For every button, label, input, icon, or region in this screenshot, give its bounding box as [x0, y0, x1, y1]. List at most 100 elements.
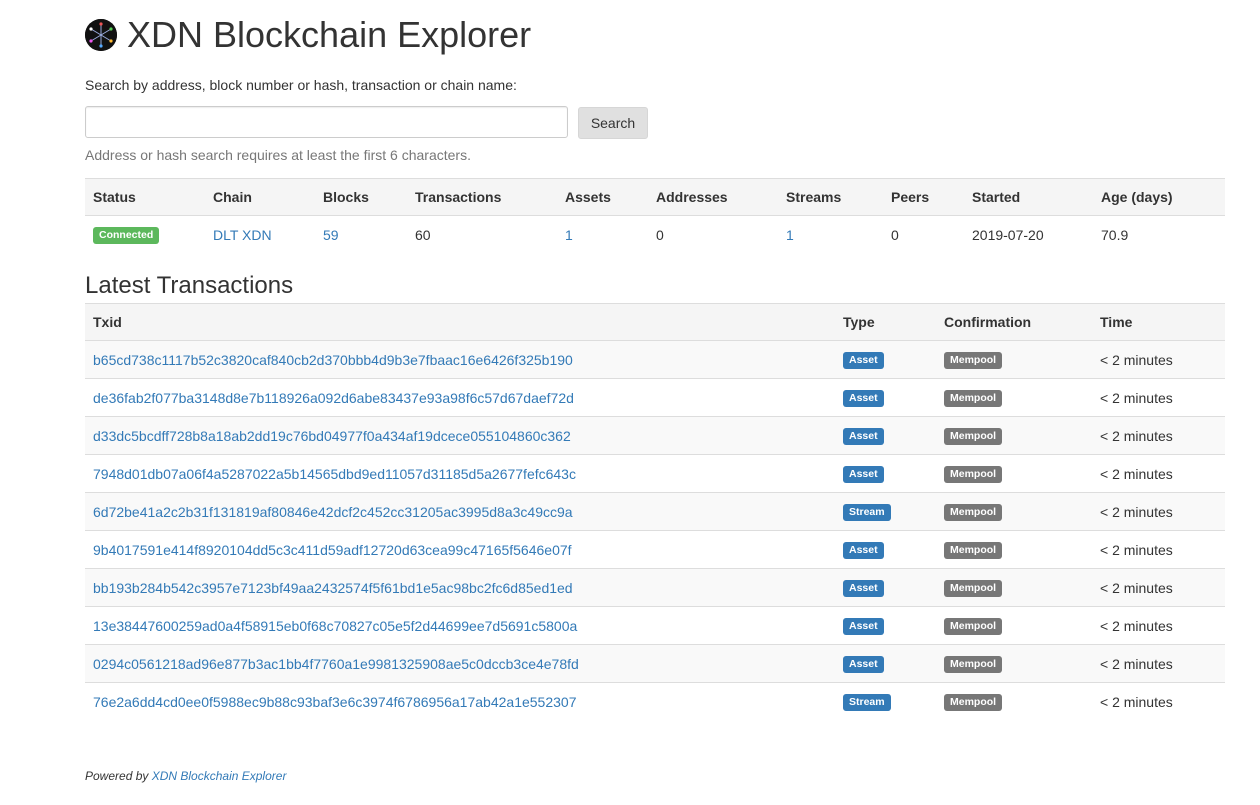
- type-cell: Asset: [835, 568, 936, 607]
- time-cell: < 2 minutes: [1092, 644, 1225, 683]
- txid-link[interactable]: 76e2a6dd4cd0ee0f5988ec9b88c93baf3e6c3974…: [93, 694, 576, 710]
- tx-col-time: Time: [1092, 303, 1225, 341]
- summary-row: Connected DLT XDN 59 60 1 0 1 0 2019-07-…: [85, 216, 1225, 254]
- summary-col-status: Status: [85, 178, 205, 216]
- time-cell: < 2 minutes: [1092, 568, 1225, 607]
- age-value: 70.9: [1101, 226, 1129, 243]
- tx-header-row: Txid Type Confirmation Time: [85, 303, 1225, 341]
- confirmation-cell: Mempool: [936, 606, 1092, 645]
- confirmation-cell: Mempool: [936, 340, 1092, 379]
- time-cell: < 2 minutes: [1092, 378, 1225, 417]
- txid-link[interactable]: d33dc5bcdff728b8a18ab2dd19c76bd04977f0a4…: [93, 428, 571, 444]
- txid-cell: b65cd738c1117b52c3820caf840cb2d370bbb4d9…: [85, 340, 835, 379]
- summary-chain-cell: DLT XDN: [205, 216, 315, 254]
- summary-col-age: Age (days): [1093, 178, 1225, 216]
- summary-col-peers: Peers: [883, 178, 964, 216]
- type-badge: Asset: [843, 542, 884, 559]
- chain-link[interactable]: DLT XDN: [213, 227, 272, 243]
- confirmation-cell: Mempool: [936, 530, 1092, 569]
- confirmation-cell: Mempool: [936, 682, 1092, 720]
- search-hint: Address or hash search requires at least…: [85, 147, 471, 163]
- time-cell: < 2 minutes: [1092, 416, 1225, 455]
- footer-link[interactable]: XDN Blockchain Explorer: [152, 769, 287, 783]
- txid-cell: 9b4017591e414f8920104dd5c3c411d59adf1272…: [85, 530, 835, 569]
- txid-link[interactable]: 9b4017591e414f8920104dd5c3c411d59adf1272…: [93, 542, 572, 558]
- txid-link[interactable]: bb193b284b542c3957e7123bf49aa2432574f5f6…: [93, 580, 573, 596]
- search-button[interactable]: Search: [578, 107, 648, 139]
- time-cell: < 2 minutes: [1092, 682, 1225, 720]
- status-badge: Connected: [93, 227, 160, 244]
- txid-link[interactable]: de36fab2f077ba3148d8e7b118926a092d6abe83…: [93, 390, 574, 406]
- table-row: b65cd738c1117b52c3820caf840cb2d370bbb4d9…: [85, 340, 1225, 379]
- txid-link[interactable]: 13e38447600259ad0a4f58915eb0f68c70827c05…: [93, 618, 577, 634]
- summary-blocks-cell: 59: [315, 216, 407, 254]
- search-input[interactable]: [85, 106, 568, 138]
- search-form: Search: [85, 105, 1225, 139]
- txid-link[interactable]: 6d72be41a2c2b31f131819af80846e42dcf2c452…: [93, 504, 573, 520]
- blocks-link[interactable]: 59: [323, 227, 339, 243]
- assets-link[interactable]: 1: [565, 227, 573, 243]
- confirmation-cell: Mempool: [936, 568, 1092, 607]
- confirmation-badge: Mempool: [944, 694, 1003, 711]
- streams-link[interactable]: 1: [786, 227, 794, 243]
- xdn-logo-icon: [85, 19, 117, 51]
- table-row: 9b4017591e414f8920104dd5c3c411d59adf1272…: [85, 530, 1225, 569]
- confirmation-badge: Mempool: [944, 390, 1003, 407]
- table-row: 13e38447600259ad0a4f58915eb0f68c70827c05…: [85, 606, 1225, 645]
- txid-cell: de36fab2f077ba3148d8e7b118926a092d6abe83…: [85, 378, 835, 417]
- summary-assets-cell: 1: [557, 216, 648, 254]
- txid-cell: d33dc5bcdff728b8a18ab2dd19c76bd04977f0a4…: [85, 416, 835, 455]
- confirmation-badge: Mempool: [944, 466, 1003, 483]
- transactions-value: 60: [415, 226, 431, 243]
- confirmation-badge: Mempool: [944, 580, 1003, 597]
- time-cell: < 2 minutes: [1092, 606, 1225, 645]
- table-row: 76e2a6dd4cd0ee0f5988ec9b88c93baf3e6c3974…: [85, 682, 1225, 720]
- type-cell: Asset: [835, 416, 936, 455]
- footer-prefix: Powered by: [85, 769, 149, 783]
- started-value: 2019-07-20: [972, 226, 1044, 243]
- type-badge: Asset: [843, 428, 884, 445]
- summary-col-blocks: Blocks: [315, 178, 407, 216]
- txid-cell: 13e38447600259ad0a4f58915eb0f68c70827c05…: [85, 606, 835, 645]
- table-row: 6d72be41a2c2b31f131819af80846e42dcf2c452…: [85, 492, 1225, 531]
- confirmation-cell: Mempool: [936, 416, 1092, 455]
- search-label: Search by address, block number or hash,…: [85, 77, 517, 93]
- txid-link[interactable]: 0294c0561218ad96e877b3ac1bb4f7760a1e9981…: [93, 656, 579, 672]
- summary-header-row: Status Chain Blocks Transactions Assets …: [85, 178, 1225, 216]
- table-row: 0294c0561218ad96e877b3ac1bb4f7760a1e9981…: [85, 644, 1225, 683]
- tx-col-txid: Txid: [85, 303, 835, 341]
- addresses-value: 0: [656, 226, 664, 243]
- summary-col-assets: Assets: [557, 178, 648, 216]
- type-cell: Stream: [835, 682, 936, 720]
- txid-link[interactable]: b65cd738c1117b52c3820caf840cb2d370bbb4d9…: [93, 352, 573, 368]
- summary-col-streams: Streams: [778, 178, 883, 216]
- summary-status-cell: Connected: [85, 216, 205, 254]
- txid-cell: 6d72be41a2c2b31f131819af80846e42dcf2c452…: [85, 492, 835, 531]
- type-badge: Asset: [843, 352, 884, 369]
- type-cell: Stream: [835, 492, 936, 531]
- type-badge: Asset: [843, 580, 884, 597]
- confirmation-cell: Mempool: [936, 492, 1092, 531]
- type-cell: Asset: [835, 378, 936, 417]
- type-badge: Stream: [843, 694, 891, 711]
- txid-cell: bb193b284b542c3957e7123bf49aa2432574f5f6…: [85, 568, 835, 607]
- confirmation-cell: Mempool: [936, 454, 1092, 493]
- confirmation-badge: Mempool: [944, 428, 1003, 445]
- peers-value: 0: [891, 226, 899, 243]
- table-row: d33dc5bcdff728b8a18ab2dd19c76bd04977f0a4…: [85, 416, 1225, 455]
- type-cell: Asset: [835, 340, 936, 379]
- transactions-table: Txid Type Confirmation Time b65cd738c111…: [85, 303, 1225, 720]
- summary-col-started: Started: [964, 178, 1093, 216]
- type-cell: Asset: [835, 644, 936, 683]
- latest-transactions-heading: Latest Transactions: [85, 272, 294, 299]
- type-badge: Asset: [843, 618, 884, 635]
- summary-col-transactions: Transactions: [407, 178, 557, 216]
- table-row: 7948d01db07a06f4a5287022a5b14565dbd9ed11…: [85, 454, 1225, 493]
- confirmation-cell: Mempool: [936, 378, 1092, 417]
- txid-link[interactable]: 7948d01db07a06f4a5287022a5b14565dbd9ed11…: [93, 466, 576, 482]
- txid-cell: 76e2a6dd4cd0ee0f5988ec9b88c93baf3e6c3974…: [85, 682, 835, 720]
- txid-cell: 7948d01db07a06f4a5287022a5b14565dbd9ed11…: [85, 454, 835, 493]
- confirmation-cell: Mempool: [936, 644, 1092, 683]
- confirmation-badge: Mempool: [944, 504, 1003, 521]
- type-cell: Asset: [835, 530, 936, 569]
